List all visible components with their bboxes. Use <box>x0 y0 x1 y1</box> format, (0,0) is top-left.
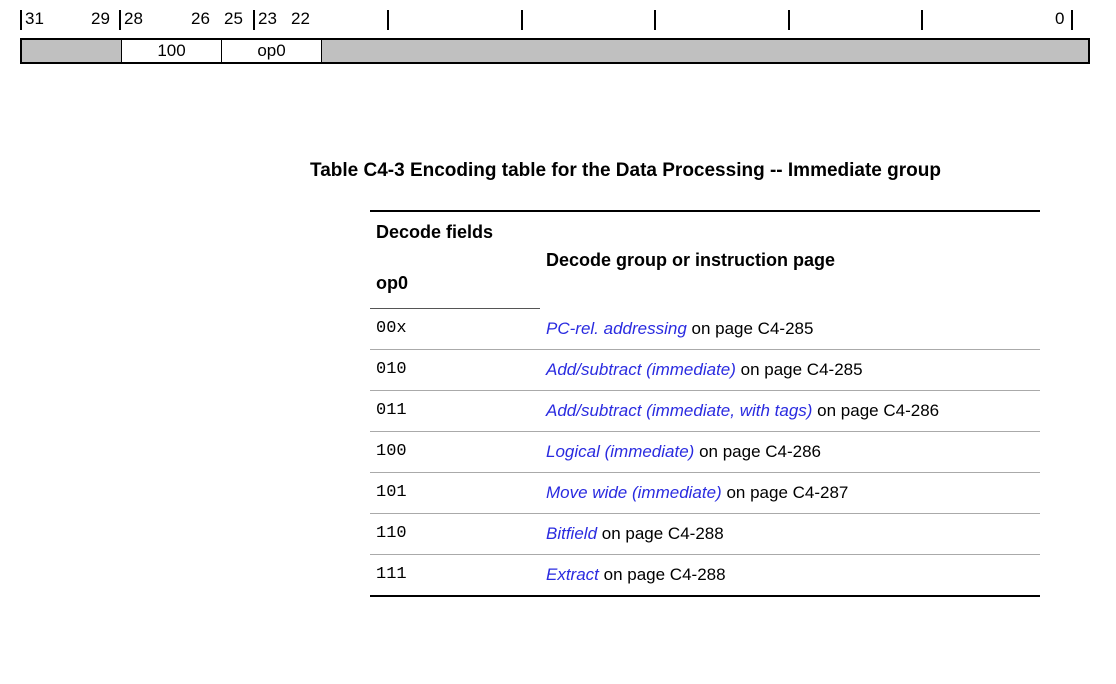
th-op0: op0 <box>370 253 540 309</box>
table-body: 00x PC-rel. addressing on page C4-285 01… <box>370 309 1040 596</box>
decode-link[interactable]: Extract <box>546 565 599 584</box>
bit-tick-row: 31 29 28 26 25 23 22 0 <box>20 10 1090 38</box>
decode-link[interactable]: PC-rel. addressing <box>546 319 687 338</box>
page-ref: on page C4-288 <box>597 524 724 543</box>
op0-value: 010 <box>370 349 540 390</box>
bitfield-bar: 100 op0 <box>20 38 1090 64</box>
page-ref: on page C4-286 <box>694 442 821 461</box>
op0-value: 111 <box>370 554 540 596</box>
op0-value: 101 <box>370 472 540 513</box>
decode-link[interactable]: Move wide (immediate) <box>546 483 722 502</box>
th-decode-fields: Decode fields <box>370 212 540 253</box>
decode-cell: Add/subtract (immediate, with tags) on p… <box>540 390 1040 431</box>
bit-25: 25 <box>224 9 243 29</box>
table-row: 010 Add/subtract (immediate) on page C4-… <box>370 349 1040 390</box>
th-decode-group: Decode group or instruction page <box>540 212 1040 309</box>
table-caption: Table C4-3 Encoding table for the Data P… <box>310 160 1050 182</box>
table-row: 111 Extract on page C4-288 <box>370 554 1040 596</box>
bit-26: 26 <box>191 9 210 29</box>
page-ref: on page C4-286 <box>812 401 939 420</box>
decode-cell: Extract on page C4-288 <box>540 554 1040 596</box>
page-ref: on page C4-288 <box>599 565 726 584</box>
bitfield-cell-reserved1 <box>22 40 121 62</box>
page-ref: on page C4-285 <box>736 360 863 379</box>
table-row: 100 Logical (immediate) on page C4-286 <box>370 431 1040 472</box>
bitfield-cell-op0: op0 <box>221 40 321 62</box>
decode-cell: Move wide (immediate) on page C4-287 <box>540 472 1040 513</box>
decode-cell: PC-rel. addressing on page C4-285 <box>540 309 1040 350</box>
page-ref: on page C4-285 <box>687 319 814 338</box>
table-row: 011 Add/subtract (immediate, with tags) … <box>370 390 1040 431</box>
encoding-table: Decode fields Decode group or instructio… <box>370 210 1040 597</box>
bit-31: 31 <box>25 9 44 29</box>
decode-link[interactable]: Add/subtract (immediate, with tags) <box>546 401 812 420</box>
op0-value: 100 <box>370 431 540 472</box>
bit-28: 28 <box>124 9 143 29</box>
table-row: 00x PC-rel. addressing on page C4-285 <box>370 309 1040 350</box>
decode-cell: Logical (immediate) on page C4-286 <box>540 431 1040 472</box>
table-row: 101 Move wide (immediate) on page C4-287 <box>370 472 1040 513</box>
bit-29: 29 <box>91 9 110 29</box>
bit-23: 23 <box>258 9 277 29</box>
op0-value: 011 <box>370 390 540 431</box>
page-ref: on page C4-287 <box>722 483 849 502</box>
decode-cell: Bitfield on page C4-288 <box>540 513 1040 554</box>
bit-0: 0 <box>1055 9 1064 29</box>
bit-22: 22 <box>291 9 310 29</box>
encoding-table-wrap: Table C4-3 Encoding table for the Data P… <box>310 160 1050 597</box>
op0-value: 110 <box>370 513 540 554</box>
decode-link[interactable]: Add/subtract (immediate) <box>546 360 736 379</box>
bitfield-cell-reserved2 <box>321 40 1088 62</box>
bitfield-cell-100: 100 <box>121 40 221 62</box>
decode-link[interactable]: Logical (immediate) <box>546 442 694 461</box>
bitfield-diagram: 31 29 28 26 25 23 22 0 100 op0 <box>20 10 1090 70</box>
decode-cell: Add/subtract (immediate) on page C4-285 <box>540 349 1040 390</box>
op0-value: 00x <box>370 309 540 350</box>
table-row: 110 Bitfield on page C4-288 <box>370 513 1040 554</box>
decode-link[interactable]: Bitfield <box>546 524 597 543</box>
